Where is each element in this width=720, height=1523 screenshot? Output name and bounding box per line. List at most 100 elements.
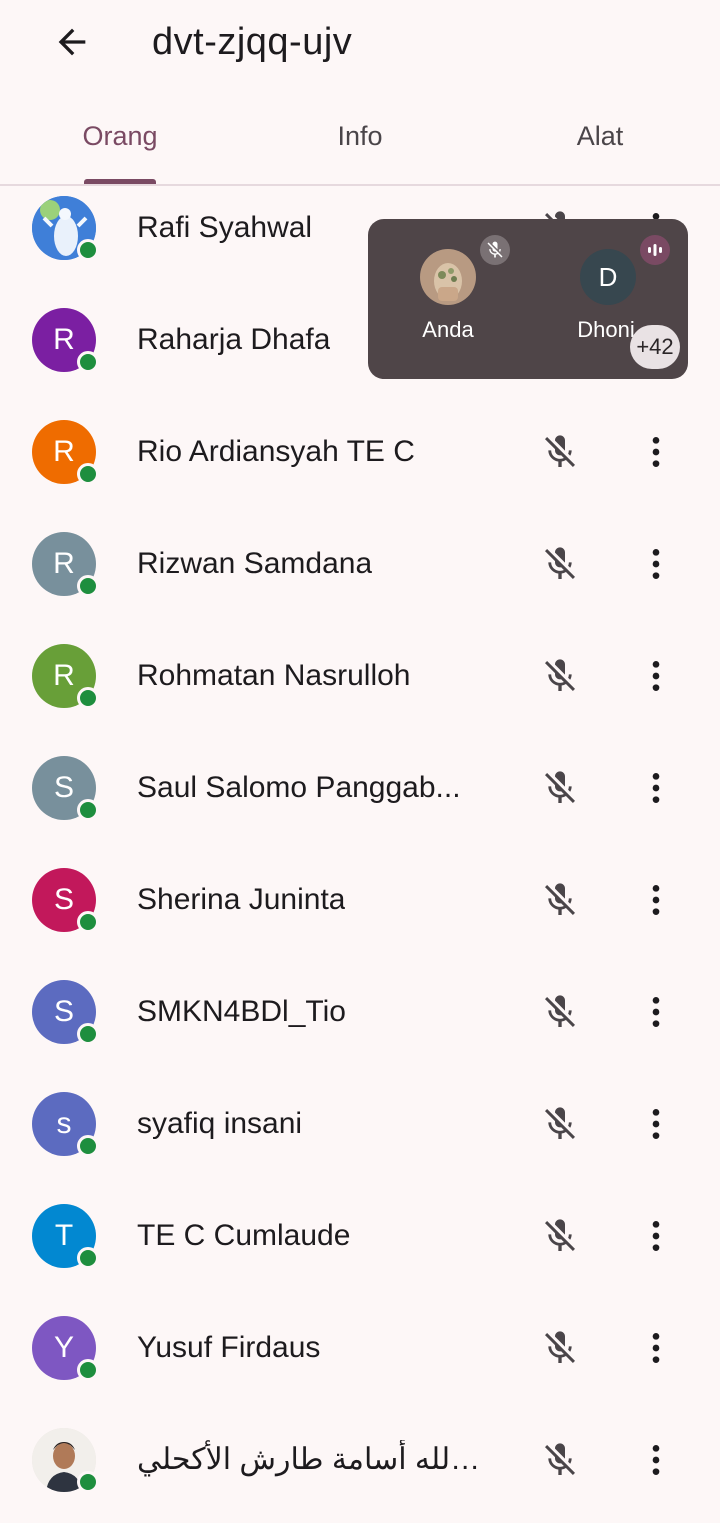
participant-row[interactable]: T TE C Cumlaude (0, 1180, 720, 1292)
tab-info[interactable]: Info (240, 88, 480, 184)
mic-off-icon (545, 547, 575, 579)
more-vert-icon (652, 1109, 660, 1139)
mute-status-button[interactable] (536, 876, 584, 924)
more-vert-icon (652, 997, 660, 1027)
mute-status-button[interactable] (536, 540, 584, 588)
participant-name: Rohmatan Nasrulloh (137, 659, 411, 692)
pip-self-mic-off-badge (480, 235, 510, 265)
avatar-initial: s (56, 1107, 72, 1140)
mute-status-button[interactable] (536, 428, 584, 476)
participant-name: Rafi Syahwal (137, 211, 313, 244)
pip-self-label: Anda (422, 317, 474, 342)
participant-options-button[interactable] (632, 1324, 680, 1372)
avatar-initial: Y (53, 1331, 74, 1364)
meeting-code-title: dvt-zjqq-ujv (152, 21, 353, 63)
online-status-indicator (77, 1247, 99, 1269)
avatar-initial: R (53, 323, 75, 356)
dhoni-avatar: D (580, 249, 636, 305)
mute-status-button[interactable] (536, 1100, 584, 1148)
participant-row[interactable]: R Rio Ardiansyah TE C (0, 396, 720, 508)
participant-name: syafiq insani (137, 1107, 303, 1140)
top-app-bar: dvt-zjqq-ujv (0, 0, 720, 88)
arrow-left-icon (58, 28, 86, 56)
mic-off-icon (545, 883, 575, 915)
more-vert-icon (652, 437, 660, 467)
tab-bar: Orang Info Alat (0, 88, 720, 184)
participant-options-button[interactable] (632, 1212, 680, 1260)
mute-status-button[interactable] (536, 988, 584, 1036)
participant-row[interactable]: S Saul Salomo Panggab... (0, 732, 720, 844)
participant-row[interactable]: S SMKN4BDl_Tio (0, 956, 720, 1068)
participant-options-button[interactable] (632, 652, 680, 700)
participant-options-button[interactable] (632, 988, 680, 1036)
more-vert-icon (652, 549, 660, 579)
participant-name: Sherina Juninta (137, 883, 346, 916)
more-vert-icon (652, 773, 660, 803)
more-vert-icon (652, 1445, 660, 1475)
more-vert-icon (652, 661, 660, 691)
participant-name: TE C Cumlaude (137, 1219, 351, 1252)
mic-off-icon (545, 659, 575, 691)
online-status-indicator (77, 575, 99, 597)
participant-row[interactable]: R Rohmatan Nasrulloh (0, 620, 720, 732)
participant-row[interactable]: Y Yusuf Firdaus (0, 1292, 720, 1404)
online-status-indicator (77, 911, 99, 933)
mute-status-button[interactable] (536, 1324, 584, 1372)
participant-name: Saul Salomo Panggab... (137, 771, 461, 804)
mute-status-button[interactable] (536, 1436, 584, 1484)
online-status-indicator (77, 351, 99, 373)
participant-row[interactable]: R Rizwan Samdana (0, 508, 720, 620)
avatar-initial: S (53, 995, 74, 1028)
mic-off-icon (545, 1443, 575, 1475)
more-vert-icon (652, 885, 660, 915)
mic-off-icon (545, 1107, 575, 1139)
more-vert-icon (652, 1221, 660, 1251)
participant-options-button[interactable] (632, 1436, 680, 1484)
mute-status-button[interactable] (536, 764, 584, 812)
participant-name: Yusuf Firdaus (137, 1331, 321, 1364)
avatar-initial: S (53, 771, 74, 804)
participant-options-button[interactable] (632, 1100, 680, 1148)
speaking-indicator-icon (640, 235, 670, 265)
mic-off-icon (545, 995, 575, 1027)
online-status-indicator (77, 799, 99, 821)
mic-off-icon (545, 435, 575, 467)
participant-name: Rio Ardiansyah TE C (137, 435, 415, 468)
more-vert-icon (652, 1333, 660, 1363)
mic-off-icon (545, 1331, 575, 1363)
pip-tile-self: Anda (368, 219, 528, 379)
mute-status-button[interactable] (536, 652, 584, 700)
picture-in-picture-overlay[interactable]: Anda D Dhoni +42 (368, 219, 688, 379)
participant-name: SMKN4BDl_Tio (137, 995, 346, 1028)
participant-options-button[interactable] (632, 428, 680, 476)
avatar-initial: T (54, 1219, 74, 1252)
online-status-indicator (77, 1359, 99, 1381)
online-status-indicator (77, 1023, 99, 1045)
participant-name: عبدالله أسامة طارش الأكحلي (137, 1443, 487, 1476)
online-status-indicator (77, 463, 99, 485)
participant-name: Rizwan Samdana (137, 547, 373, 580)
participant-name: Raharja Dhafa (137, 323, 331, 356)
participant-options-button[interactable] (632, 876, 680, 924)
avatar-initial: S (53, 883, 74, 916)
participant-row[interactable]: عبدالله أسامة طارش الأكحلي (0, 1404, 720, 1516)
mic-off-icon (545, 771, 575, 803)
back-button[interactable] (48, 18, 96, 66)
participant-options-button[interactable] (632, 764, 680, 812)
mic-off-icon (487, 241, 503, 258)
avatar-initial: R (53, 435, 75, 468)
online-status-indicator (77, 239, 99, 261)
participant-row[interactable]: S Sherina Juninta (0, 844, 720, 956)
online-status-indicator (77, 687, 99, 709)
tab-orang[interactable]: Orang (0, 88, 240, 184)
mute-status-button[interactable] (536, 1212, 584, 1260)
participant-options-button[interactable] (632, 540, 680, 588)
avatar-initial: R (53, 659, 75, 692)
online-status-indicator (77, 1471, 99, 1493)
self-avatar (420, 249, 476, 305)
mic-off-icon (545, 1219, 575, 1251)
tab-alat[interactable]: Alat (480, 88, 720, 184)
participant-row[interactable]: s syafiq insani (0, 1068, 720, 1180)
avatar-initial: R (53, 547, 75, 580)
online-status-indicator (77, 1135, 99, 1157)
